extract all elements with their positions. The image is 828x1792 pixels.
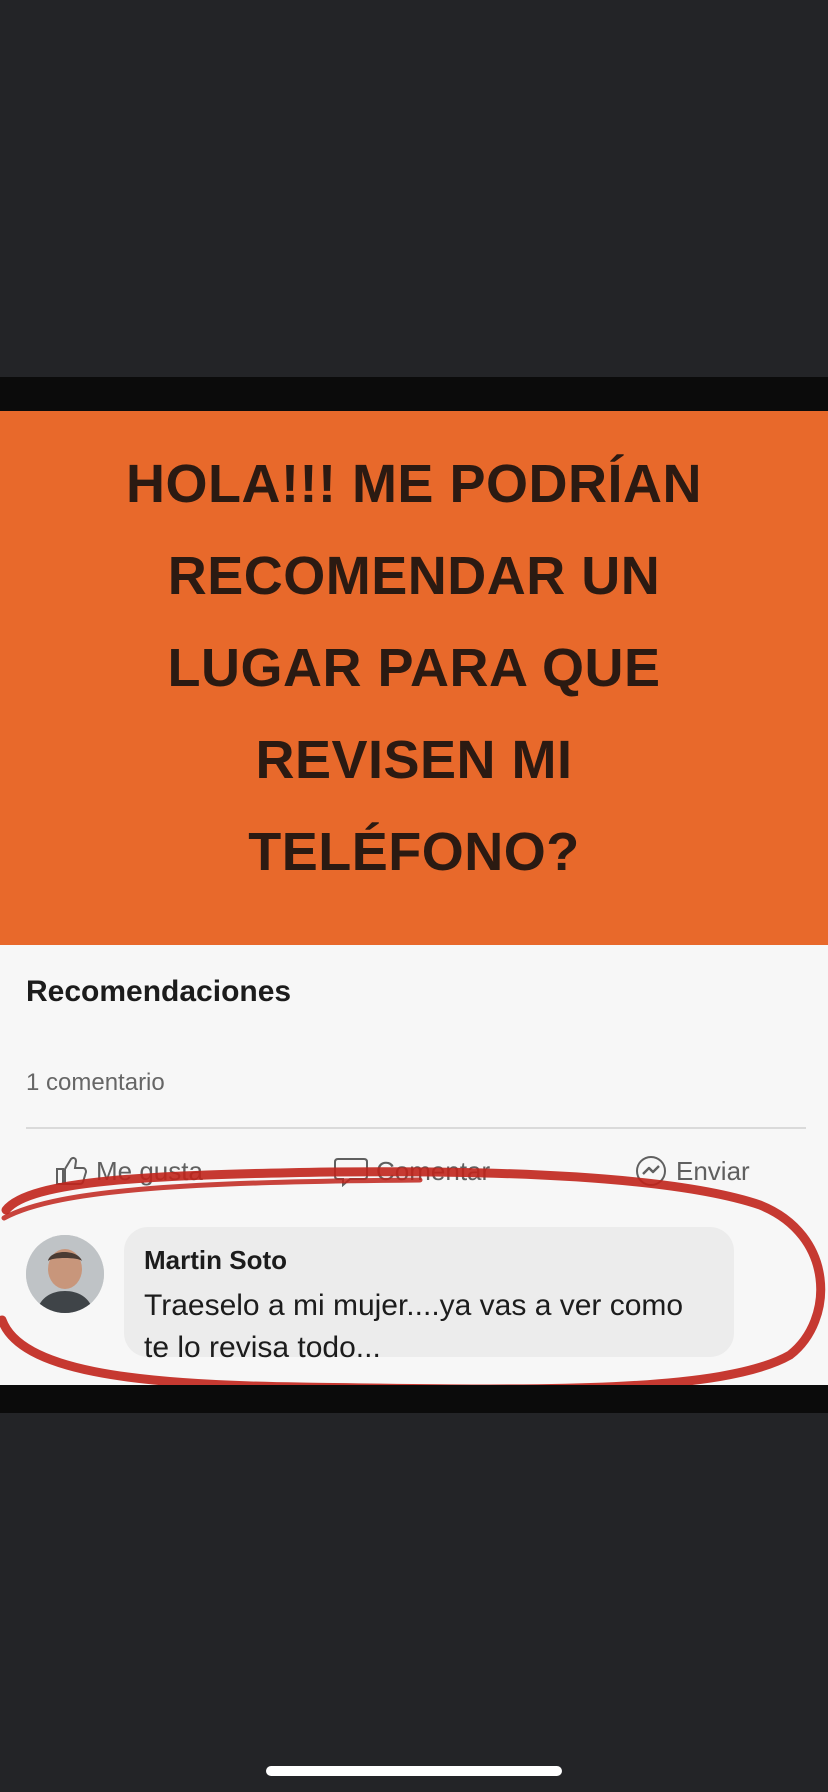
- comment-bubble-icon: [334, 1155, 368, 1187]
- section-title: Recomendaciones: [26, 975, 292, 1008]
- post-headline: HOLA!!! ME PODRÍAN RECOMENDAR UN LUGAR P…: [126, 454, 702, 882]
- like-button[interactable]: Me gusta: [54, 1143, 203, 1199]
- comment-author[interactable]: Martin Soto: [144, 1245, 287, 1276]
- send-button[interactable]: Enviar: [634, 1143, 750, 1199]
- post-image: HOLA!!! ME PODRÍAN RECOMENDAR UN LUGAR P…: [0, 411, 828, 945]
- comment-item: Martin Soto Traeselo a mi mujer....ya va…: [0, 1227, 828, 1364]
- comment-label: Comentar: [376, 1155, 491, 1186]
- comment-button[interactable]: Comentar: [334, 1143, 490, 1199]
- send-label: Enviar: [676, 1155, 750, 1186]
- image-bottom-border: [0, 1385, 828, 1413]
- thumbs-up-icon: [54, 1155, 88, 1187]
- post-actions-bar: Me gusta Comentar Enviar: [0, 1143, 828, 1199]
- image-top-border: [0, 377, 828, 411]
- home-indicator[interactable]: [266, 1766, 562, 1776]
- comment-count-link[interactable]: 1 comentario: [26, 1069, 165, 1097]
- divider: [26, 1127, 806, 1129]
- messenger-icon: [634, 1154, 668, 1188]
- like-label: Me gusta: [96, 1155, 203, 1186]
- facebook-post-card: Recomendaciones 1 comentario Me gusta Co…: [0, 945, 828, 1385]
- avatar[interactable]: [26, 1235, 104, 1313]
- comment-text: Traeselo a mi mujer....ya vas a ver como…: [144, 1289, 684, 1364]
